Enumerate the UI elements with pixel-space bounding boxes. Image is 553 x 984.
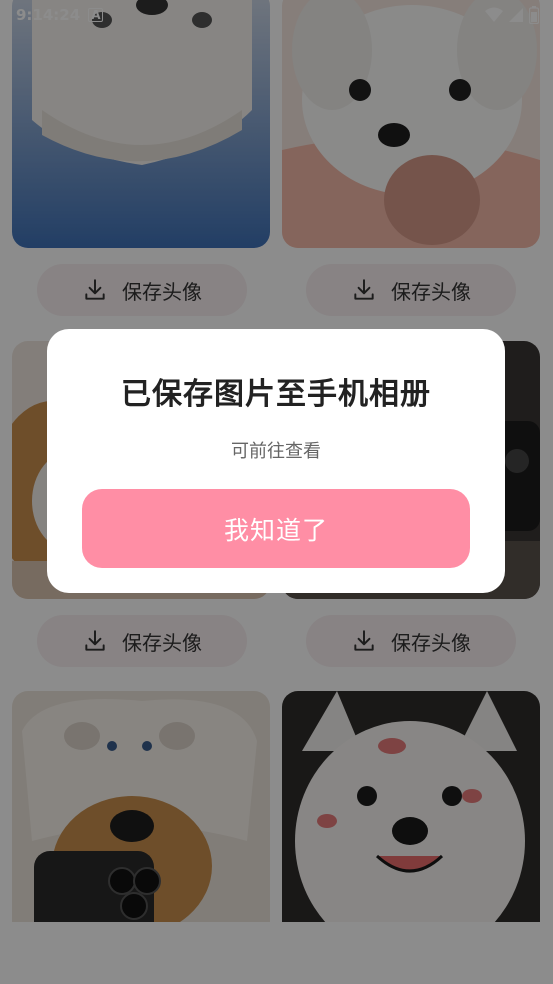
saved-dialog: 已保存图片至手机相册 可前往查看 我知道了 [47,329,505,593]
dialog-message: 可前往查看 [231,441,321,462]
dialog-title: 已保存图片至手机相册 [121,377,431,412]
got-it-button[interactable]: 我知道了 [82,489,470,568]
